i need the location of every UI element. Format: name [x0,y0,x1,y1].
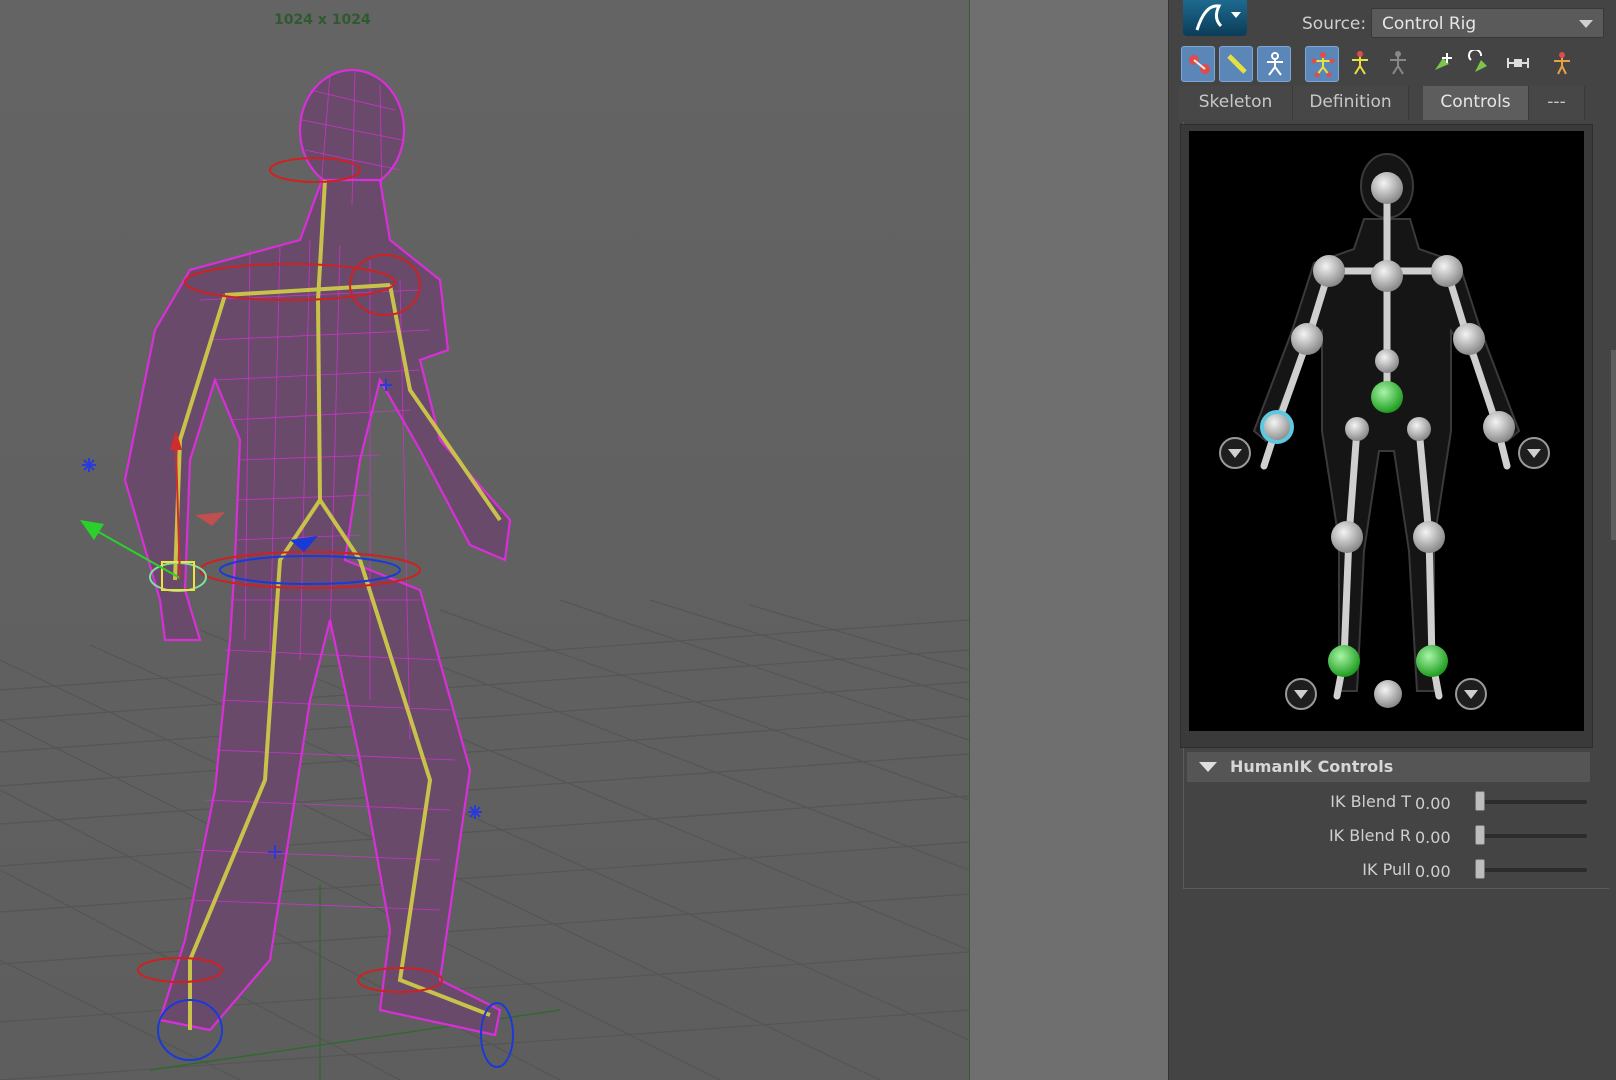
body-part-icon [1352,51,1368,75]
panel-scrollbar[interactable] [1611,350,1616,540]
selection-figure-button[interactable] [1381,46,1415,82]
source-label: Source: [1302,14,1367,34]
joint-right-ankle[interactable] [1416,645,1448,677]
slider-label: IK Pull [1362,860,1411,879]
tab-controls[interactable]: Controls [1423,86,1529,120]
panel-divider [1183,888,1609,889]
slider-value-field[interactable]: 0.00 [1415,862,1451,881]
slider-label: IK Blend T [1330,792,1411,811]
stick-figure-icon [1267,52,1283,76]
humanik-logo-button[interactable] [1183,0,1247,36]
joint-hips[interactable] [1371,381,1403,413]
joint-left-wrist[interactable] [1260,410,1294,444]
joint-right-knee[interactable] [1413,521,1445,553]
joint-head[interactable] [1371,172,1403,204]
character-picker[interactable] [1189,131,1584,731]
ik-pull-slider: IK Pull 0.00 [1187,856,1590,884]
joint-right-elbow[interactable] [1453,323,1485,355]
joint-chest[interactable] [1371,260,1403,292]
slider-track[interactable] [1477,800,1587,804]
humanik-panel: Source: Control Rig Skeleton Definition … [1168,0,1616,1080]
show-skeleton-button[interactable] [1181,46,1215,82]
section-title: HumanIK Controls [1230,757,1394,776]
source-value: Control Rig [1382,14,1477,34]
humanik-toolbar [1181,46,1616,82]
stick-figure-button[interactable] [1257,46,1291,82]
expand-hand-buttons[interactable] [1219,437,1550,710]
joint-left-elbow[interactable] [1291,323,1323,355]
slider-track[interactable] [1477,834,1587,838]
body-part-button[interactable] [1343,46,1377,82]
joint-right-shoulder[interactable] [1431,255,1463,287]
humanik-tabs: Skeleton Definition Controls --- [1179,86,1609,120]
stance-figure-icon [1554,52,1570,75]
release-pin-icon [1507,58,1529,68]
slider-handle[interactable] [1475,825,1485,845]
source-dropdown[interactable]: Control Rig [1371,8,1604,38]
chevron-down-icon [1579,20,1593,28]
full-body-ik-icon [1311,52,1335,77]
viewport-outside-gate[interactable] [969,0,1169,1080]
joint-left-knee[interactable] [1331,521,1363,553]
slider-value-field[interactable]: 0.00 [1415,794,1451,813]
pin-rotate-button[interactable] [1463,46,1497,82]
pin-translate-button[interactable] [1425,46,1459,82]
joint-reference[interactable] [1374,680,1402,708]
character-controls-frame [1180,124,1593,748]
tab-definition[interactable]: Definition [1293,86,1409,120]
slider-handle[interactable] [1475,791,1485,811]
resolution-gate-label: 1024 x 1024 [274,12,371,28]
joint-spine[interactable] [1375,349,1399,373]
joint-left-ankle[interactable] [1328,645,1360,677]
3d-viewport[interactable]: 1024 x 1024 [0,0,969,1080]
pin-rotate-icon [1468,50,1487,72]
joint-left-hip[interactable] [1345,417,1369,441]
tab-more[interactable]: --- [1529,86,1585,120]
ik-blend-t-slider: IK Blend T 0.00 [1187,788,1590,816]
joint-right-wrist[interactable] [1483,411,1515,443]
joint-left-shoulder[interactable] [1313,255,1345,287]
humanik-logo-icon [1195,4,1241,31]
ik-blend-r-slider: IK Blend R 0.00 [1187,822,1590,850]
bone-ruler-button[interactable] [1219,46,1253,82]
joint-right-hip[interactable] [1407,417,1431,441]
expand-arrows [1228,449,1541,699]
slider-value-field[interactable]: 0.00 [1415,828,1451,847]
humanik-controls-section-header[interactable]: HumanIK Controls [1187,752,1590,782]
collapse-triangle-icon [1199,762,1217,772]
pin-translate-icon [1435,53,1452,70]
viewport-scene [0,68,969,1080]
slider-track[interactable] [1477,868,1587,872]
bone-ruler-icon [1227,54,1247,74]
character-picker-figure [1219,153,1550,710]
full-body-ik-button[interactable] [1305,46,1339,82]
selection-figure-icon [1390,51,1406,75]
release-pin-button[interactable] [1501,46,1535,82]
slider-label: IK Blend R [1328,826,1411,845]
show-skeleton-icon [1189,55,1210,74]
stance-figure-button[interactable] [1545,46,1579,82]
slider-handle[interactable] [1475,859,1485,879]
tab-skeleton[interactable]: Skeleton [1179,86,1293,120]
